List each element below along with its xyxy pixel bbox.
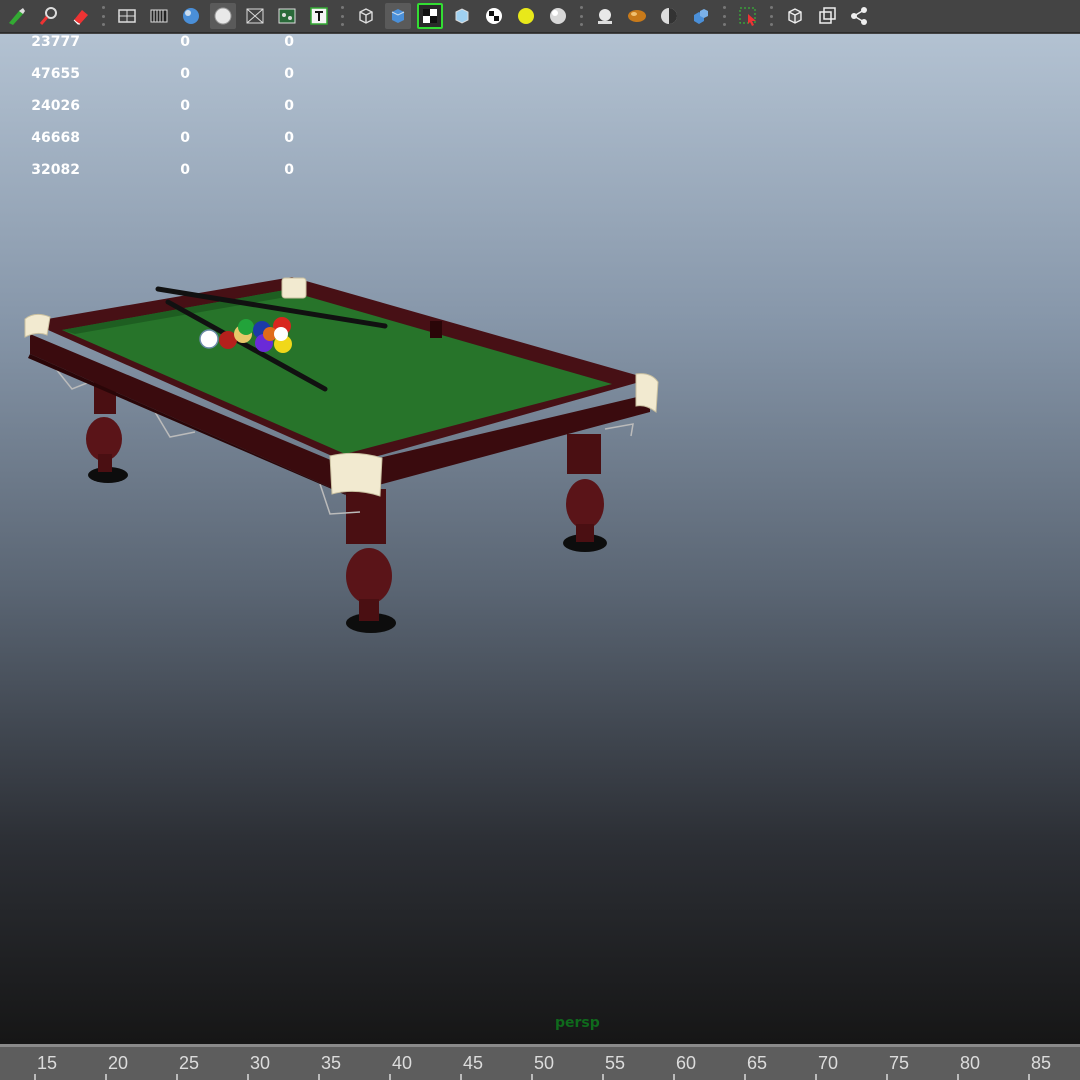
table-leg — [566, 434, 604, 542]
isolate-icon[interactable] — [814, 3, 840, 29]
camera-name-label: persp — [555, 1015, 600, 1031]
brush-icon[interactable] — [3, 3, 29, 29]
wireframe-cube-icon[interactable] — [353, 3, 379, 29]
timeline-tick-label: 85 — [1030, 1053, 1052, 1073]
pool-table[interactable] — [0, 34, 1080, 1044]
timeline-tick — [744, 1074, 746, 1080]
timeline-tick-label: 15 — [36, 1053, 58, 1073]
white-sphere-icon[interactable] — [545, 3, 571, 29]
checker-ball-icon[interactable] — [481, 3, 507, 29]
timeline-tick — [1028, 1074, 1030, 1080]
grid-icon[interactable] — [114, 3, 140, 29]
viewport-panel[interactable]: 23777 0 0 47655 0 0 24026 0 0 46668 0 0 32082 0 0 — [0, 34, 1080, 1044]
timeline-tick — [602, 1074, 604, 1080]
timeline-tick — [389, 1074, 391, 1080]
toolbar-separator — [770, 6, 773, 26]
toolbar-separator — [341, 6, 344, 26]
toolbar-separator — [580, 6, 583, 26]
checker-texture-icon[interactable] — [417, 3, 443, 29]
timeline-tick — [318, 1074, 320, 1080]
half-shaded-sphere-icon[interactable] — [656, 3, 682, 29]
timeline-tick-label: 80 — [959, 1053, 981, 1073]
timeline-tick — [34, 1074, 36, 1080]
viewport-toolbar — [0, 0, 1080, 33]
film-gate-icon[interactable] — [146, 3, 172, 29]
timeline-tick-label: 35 — [320, 1053, 342, 1073]
ambient-light-icon[interactable] — [592, 3, 618, 29]
timeline-tick — [105, 1074, 107, 1080]
pocket-side — [430, 321, 442, 338]
bounding-cube-icon[interactable] — [449, 3, 475, 29]
bronze-sphere-icon[interactable] — [624, 3, 650, 29]
wireframe-sphere-icon[interactable] — [210, 3, 236, 29]
timeline-tick — [531, 1074, 533, 1080]
timeline-tick-label: 25 — [178, 1053, 200, 1073]
table-leg — [346, 489, 392, 621]
xray-icon[interactable] — [242, 3, 268, 29]
timeline-tick-label: 45 — [462, 1053, 484, 1073]
timeline-tick — [957, 1074, 959, 1080]
timeline-tick-label: 50 — [533, 1053, 555, 1073]
timeline-tick — [176, 1074, 178, 1080]
smooth-shade-cube-icon[interactable] — [385, 3, 411, 29]
toolbar-separator — [723, 6, 726, 26]
timeline-tick-label: 55 — [604, 1053, 626, 1073]
light-bulb-icon[interactable] — [513, 3, 539, 29]
paint-effects-icon[interactable] — [35, 3, 61, 29]
timeline-tick — [460, 1074, 462, 1080]
toolbar-separator — [102, 6, 105, 26]
timeline-tick-label: 20 — [107, 1053, 129, 1073]
timeline-tick-label: 60 — [675, 1053, 697, 1073]
timeline-tick-label: 75 — [888, 1053, 910, 1073]
blue-cubes-icon[interactable] — [688, 3, 714, 29]
timeline-tick — [247, 1074, 249, 1080]
timeline-tick — [886, 1074, 888, 1080]
timeline-tick — [815, 1074, 817, 1080]
timeline-tick-label: 65 — [746, 1053, 768, 1073]
timeline-tick-label: 40 — [391, 1053, 413, 1073]
timeline-tick-label: 30 — [249, 1053, 271, 1073]
timeline-tick — [673, 1074, 675, 1080]
select-camera-icon[interactable] — [735, 3, 761, 29]
eraser-icon[interactable] — [67, 3, 93, 29]
share-icon[interactable] — [846, 3, 872, 29]
cube-outline-icon[interactable] — [782, 3, 808, 29]
time-slider[interactable]: 15 20 25 30 35 40 45 50 55 60 65 70 75 80 85 — [0, 1044, 1080, 1080]
uv-icon[interactable] — [274, 3, 300, 29]
timeline-tick-label: 70 — [817, 1053, 839, 1073]
text-icon[interactable] — [306, 3, 332, 29]
shaded-sphere-icon[interactable] — [178, 3, 204, 29]
